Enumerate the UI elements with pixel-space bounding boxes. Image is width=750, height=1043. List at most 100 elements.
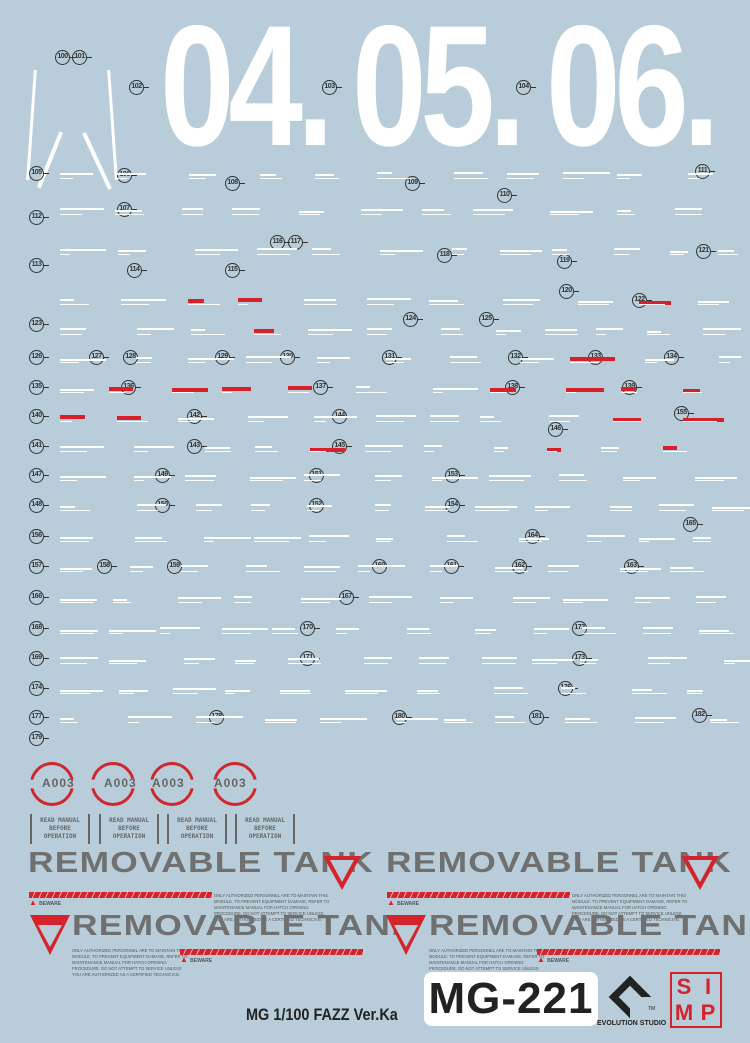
white-line-decal [246, 362, 272, 363]
white-line-decal [696, 602, 716, 603]
white-line-decal [520, 358, 554, 360]
white-line-decal [587, 535, 625, 537]
white-line-decal [559, 474, 584, 476]
white-line-decal [635, 722, 664, 723]
white-line-decal [519, 541, 542, 542]
white-line-decal [225, 693, 235, 694]
white-line-decal [419, 663, 446, 664]
white-line-decal [356, 392, 387, 393]
white-line-decal [496, 334, 506, 335]
warning-triangle-icon [386, 915, 426, 955]
white-line-decal [534, 628, 569, 630]
white-line-decal [596, 334, 606, 335]
white-line-decal [610, 506, 632, 508]
white-line-decal [475, 510, 509, 511]
w-decal-right [107, 70, 118, 180]
white-line-decal [234, 602, 251, 603]
white-line-decal [495, 716, 514, 718]
white-line-decal [336, 633, 347, 634]
white-line-decal [375, 504, 391, 506]
white-line-decal [452, 248, 467, 250]
white-line-decal [60, 506, 75, 508]
white-line-decal [444, 722, 473, 723]
white-line-decal [617, 178, 630, 179]
white-line-decal [670, 251, 688, 253]
decal-number-marker: 159 [167, 559, 187, 574]
white-line-decal [232, 214, 259, 215]
white-line-decal [60, 480, 77, 481]
white-line-decal [308, 334, 333, 335]
white-line-decal [513, 597, 550, 599]
white-line-decal [361, 214, 382, 215]
white-line-decal [561, 693, 586, 694]
white-line-decal [549, 421, 570, 422]
white-line-decal [304, 571, 336, 572]
white-line-decal [712, 510, 744, 511]
white-line-decal [419, 657, 449, 659]
decal-number-marker: 115 [225, 263, 245, 278]
decal-number-marker: 147 [29, 468, 49, 483]
white-line-decal [613, 421, 641, 422]
white-line-decal [136, 362, 151, 363]
white-line-decal [639, 538, 675, 540]
white-line-decal [137, 328, 174, 330]
white-line-decal [60, 476, 106, 478]
decal-number-marker: 157 [29, 559, 49, 574]
white-line-decal [160, 627, 200, 629]
white-line-decal [369, 602, 392, 603]
product-name: MG 1/100 FAZZ Ver.Ka [246, 1005, 398, 1024]
white-line-decal [181, 565, 208, 567]
white-line-decal [376, 421, 404, 422]
white-line-decal [494, 447, 508, 449]
white-line-decal [265, 719, 297, 721]
white-line-decal [377, 178, 411, 179]
white-line-decal [60, 568, 92, 570]
simp-logo: SIMP [670, 972, 722, 1028]
w-decal-left-diag [36, 131, 64, 189]
white-line-decal [188, 358, 234, 360]
white-line-decal [578, 304, 609, 305]
white-line-decal [181, 571, 198, 572]
white-line-decal [182, 214, 203, 215]
white-line-decal [639, 541, 649, 542]
white-line-decal [364, 657, 392, 659]
red-stripe-decal [663, 446, 677, 450]
white-line-decal [222, 392, 232, 393]
white-line-decal [185, 480, 214, 481]
white-line-decal [172, 392, 194, 393]
evolution-studio-logo-icon [608, 975, 652, 1019]
white-line-decal [688, 173, 713, 175]
white-line-decal [447, 541, 478, 542]
white-line-decal [109, 630, 156, 632]
white-line-decal [225, 690, 250, 692]
white-line-decal [452, 254, 464, 255]
decal-number-marker: 134 [664, 350, 684, 365]
white-line-decal [304, 480, 321, 481]
decal-number-marker: 177 [29, 710, 49, 725]
read-manual-decal: READ MANUAL BEFORE OPERATION [99, 814, 159, 844]
white-line-decal [500, 250, 542, 252]
white-line-decal [288, 663, 321, 664]
white-line-decal [248, 416, 288, 418]
white-line-decal [376, 538, 393, 540]
white-line-decal [645, 362, 657, 363]
white-line-decal [60, 334, 82, 335]
decal-number-marker: 141 [29, 439, 49, 454]
white-line-decal [184, 663, 199, 664]
white-line-decal [196, 722, 215, 723]
white-line-decal [182, 208, 203, 210]
white-line-decal [377, 172, 392, 174]
decal-number-marker: 146 [548, 422, 568, 437]
white-line-decal [109, 660, 146, 662]
white-line-decal [312, 254, 340, 255]
white-line-decal [196, 504, 222, 506]
white-line-decal [503, 304, 533, 305]
white-line-decal [386, 362, 404, 363]
white-line-decal [444, 719, 466, 721]
white-line-decal [60, 173, 93, 175]
decal-number-marker: 127 [89, 350, 109, 365]
white-line-decal [480, 416, 494, 418]
white-line-decal [601, 447, 619, 449]
white-line-decal [635, 717, 676, 719]
white-line-decal [447, 535, 465, 537]
